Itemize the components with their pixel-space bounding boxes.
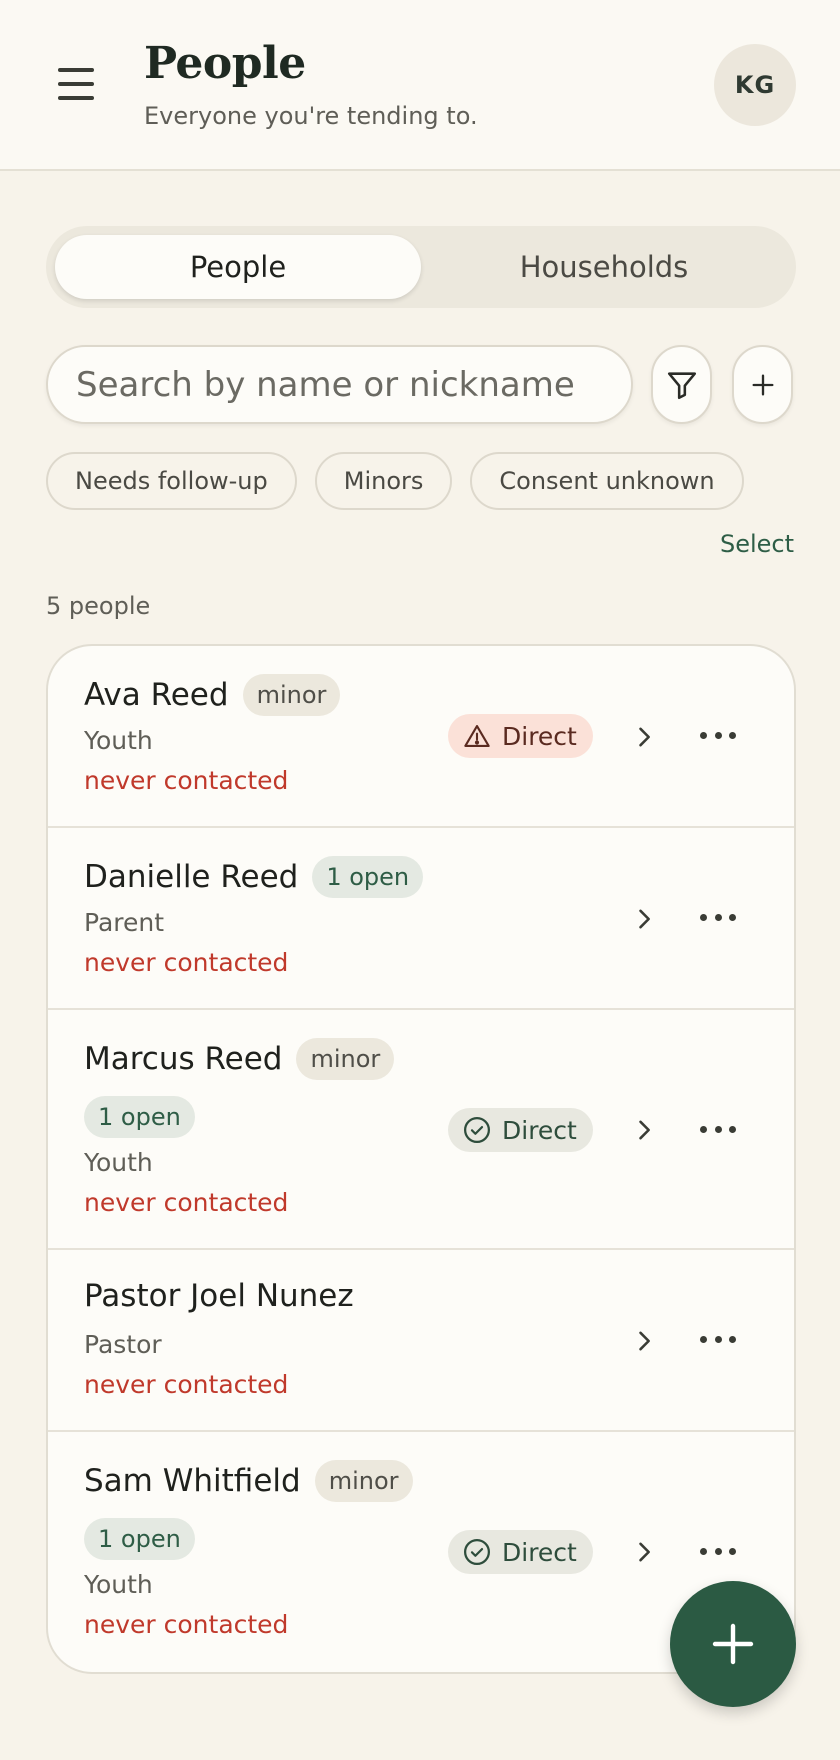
page-title: People	[144, 38, 306, 89]
add-person-fab[interactable]	[670, 1581, 796, 1707]
filter-icon	[667, 371, 696, 399]
plus-icon	[752, 374, 773, 395]
open-badge: 1 open	[84, 1096, 195, 1138]
warning-triangle-icon	[464, 725, 490, 747]
direct-label: Direct	[502, 721, 577, 751]
person-role: Youth	[84, 726, 153, 755]
chevron-right-icon[interactable]	[630, 1327, 658, 1355]
chevron-right-icon[interactable]	[630, 905, 658, 933]
list-item[interactable]: Ava Reed minor Youth never contacted Dir…	[48, 646, 794, 828]
more-horizontal-icon[interactable]	[700, 1336, 736, 1346]
name-line: Danielle Reed 1 open	[84, 856, 424, 898]
filter-chip-needs-follow-up[interactable]: Needs follow-up	[46, 452, 297, 510]
person-name: Sam Whitfield	[84, 1463, 301, 1499]
contact-status: never contacted	[84, 948, 289, 977]
list-item[interactable]: Danielle Reed 1 open Parent never contac…	[48, 828, 794, 1010]
open-line: 1 open	[84, 1518, 195, 1560]
direct-ok-badge[interactable]: Direct	[448, 1108, 593, 1152]
more-horizontal-icon[interactable]	[700, 1126, 736, 1136]
search-input[interactable]	[46, 345, 633, 424]
person-name: Ava Reed	[84, 677, 229, 713]
open-badge: 1 open	[312, 856, 424, 898]
person-name: Pastor Joel Nunez	[84, 1278, 354, 1314]
open-badge: 1 open	[84, 1518, 195, 1560]
direct-warning-badge[interactable]: Direct	[448, 714, 593, 758]
person-name: Danielle Reed	[84, 859, 299, 895]
people-list: Ava Reed minor Youth never contacted Dir…	[46, 644, 796, 1674]
chevron-right-icon[interactable]	[630, 1116, 658, 1144]
open-line: 1 open	[84, 1096, 195, 1138]
list-item[interactable]: Pastor Joel Nunez Pastor never contacted	[48, 1250, 794, 1432]
check-circle-icon	[464, 1539, 490, 1565]
more-horizontal-icon[interactable]	[700, 1548, 736, 1558]
contact-status: never contacted	[84, 1370, 289, 1399]
name-line: Pastor Joel Nunez	[84, 1278, 354, 1314]
minor-badge: minor	[296, 1038, 395, 1080]
person-role: Youth	[84, 1148, 153, 1177]
chevron-right-icon[interactable]	[630, 1538, 658, 1566]
direct-label: Direct	[502, 1537, 577, 1567]
name-line: Ava Reed minor	[84, 674, 341, 716]
page-subtitle: Everyone you're tending to.	[144, 102, 478, 130]
person-role: Pastor	[84, 1330, 162, 1359]
more-horizontal-icon[interactable]	[700, 732, 736, 742]
minor-badge: minor	[242, 674, 341, 716]
direct-ok-badge[interactable]: Direct	[448, 1530, 593, 1574]
filter-chip-minors[interactable]: Minors	[314, 452, 453, 510]
minor-badge: minor	[314, 1460, 413, 1502]
list-item[interactable]: Marcus Reed minor 1 open Youth never con…	[48, 1010, 794, 1250]
filter-chips: Needs follow-up Minors Consent unknown	[46, 452, 744, 510]
add-person-button[interactable]	[732, 345, 793, 424]
plus-icon	[712, 1623, 754, 1665]
contact-status: never contacted	[84, 766, 289, 795]
direct-label: Direct	[502, 1115, 577, 1145]
app-header: People Everyone you're tending to. KG	[0, 0, 840, 171]
more-horizontal-icon[interactable]	[700, 914, 736, 924]
name-line: Marcus Reed minor	[84, 1038, 395, 1080]
avatar[interactable]: KG	[714, 44, 796, 126]
check-circle-icon	[464, 1117, 490, 1143]
person-role: Parent	[84, 908, 165, 937]
people-count: 5 people	[46, 592, 151, 620]
tab-people[interactable]: People	[55, 235, 421, 299]
person-role: Youth	[84, 1570, 153, 1599]
contact-status: never contacted	[84, 1610, 289, 1639]
contact-status: never contacted	[84, 1188, 289, 1217]
chevron-right-icon[interactable]	[630, 723, 658, 751]
person-name: Marcus Reed	[84, 1041, 283, 1077]
name-line: Sam Whitfield minor	[84, 1460, 413, 1502]
view-toggle: People Households	[46, 226, 796, 308]
hamburger-icon[interactable]	[58, 68, 94, 100]
select-link[interactable]: Select	[720, 530, 794, 558]
filter-button[interactable]	[651, 345, 712, 424]
filter-chip-consent-unknown[interactable]: Consent unknown	[470, 452, 744, 510]
tab-households[interactable]: Households	[421, 235, 787, 299]
